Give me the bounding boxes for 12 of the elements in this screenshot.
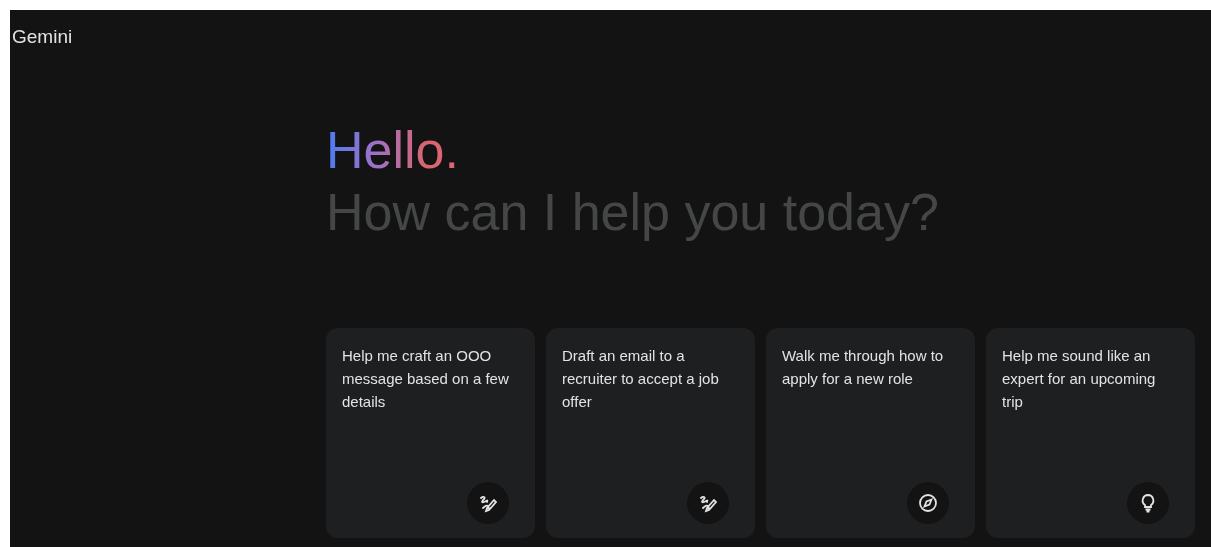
- suggestion-text: Help me craft an OOO message based on a few details: [342, 346, 509, 412]
- suggestion-card[interactable]: Help me sound like an expert for an upcoming trip: [986, 328, 1195, 538]
- suggestion-text: Draft an email to a recruiter to accept a job offer: [562, 346, 720, 412]
- suggestion-card[interactable]: Draft an email to a recruiter to accept a job offer: [546, 328, 755, 538]
- suggestion-card[interactable]: Help me craft an OOO message based on a few details: [326, 328, 535, 538]
- app-title: Gemini: [11, 25, 74, 48]
- compass-icon: [918, 493, 938, 513]
- suggestion-card[interactable]: Walk me through how to apply for a new role: [766, 328, 975, 538]
- pencil-scribble-icon: [698, 493, 718, 513]
- suggestion-text: Help me sound like an expert for an upcoming trip: [1002, 346, 1157, 412]
- suggestion-text: Walk me through how to apply for a new role: [782, 346, 945, 389]
- pencil-scribble-icon: [478, 493, 498, 513]
